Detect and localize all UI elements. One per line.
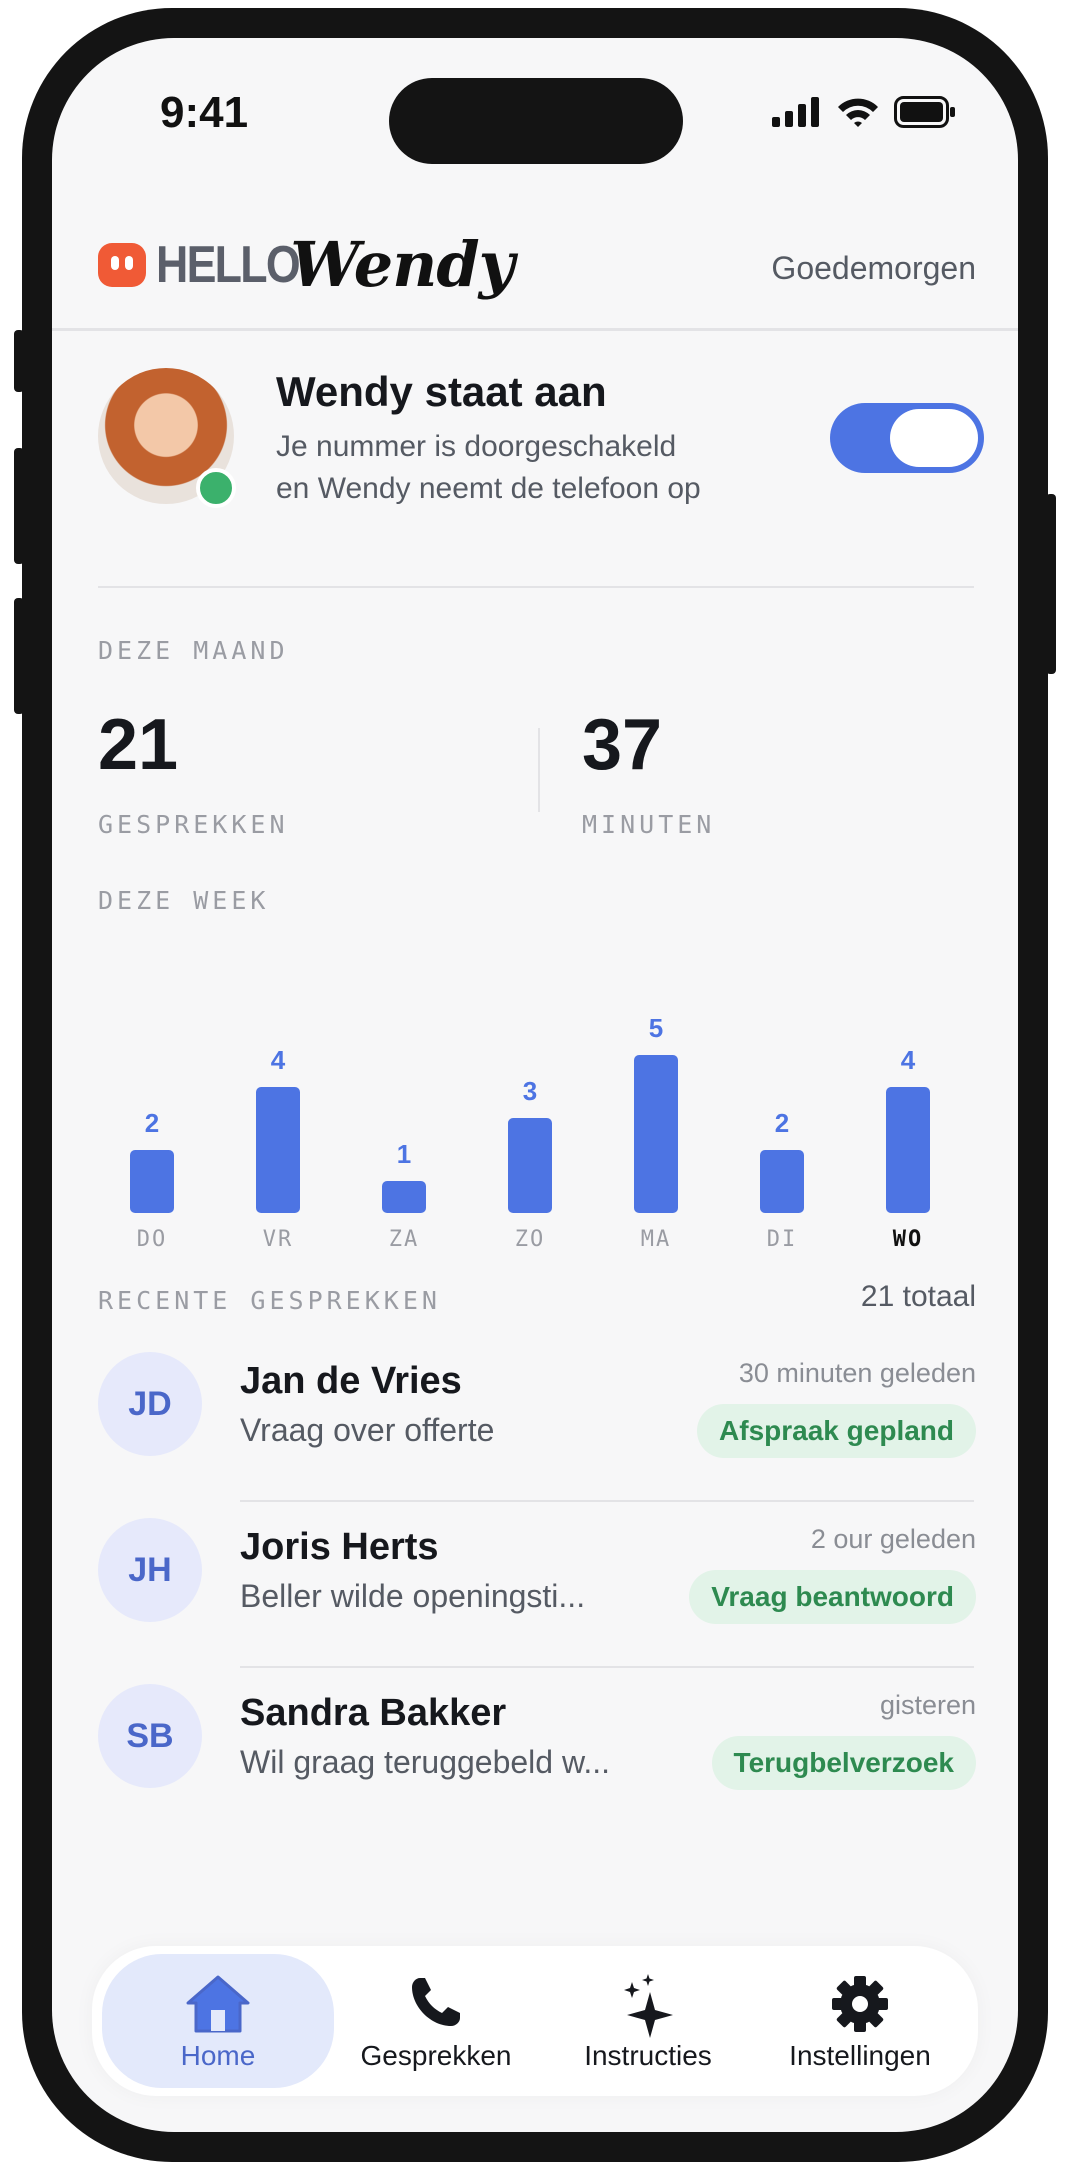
caller-name: Sandra Bakker [240,1692,507,1734]
bar-di [760,1150,804,1213]
bar-do [130,1150,174,1213]
bar-za [382,1181,426,1213]
gear-icon [832,1976,888,2032]
mute-switch [14,330,24,392]
bar-day-label: ZO [514,1227,546,1252]
wendy-active-toggle[interactable] [830,403,984,473]
calls-count: 21 [98,705,179,785]
minutes-count: 37 [582,705,663,785]
toggle-knob [890,409,978,467]
call-row-3[interactable]: SB Sandra Bakker Wil graag teruggebeld w… [52,1670,1018,1834]
call-time: 2 our geleden [810,1524,976,1554]
bar-day-label: DI [766,1227,798,1252]
sparkle-icon [624,1974,673,2038]
phone-icon [412,1978,460,2026]
status-icons [772,96,956,128]
row-divider [240,1500,974,1502]
call-summary: Beller wilde openingsti... [240,1578,586,1614]
row-divider [240,1666,974,1668]
stats-divider [538,728,540,812]
caller-avatar: SB [98,1684,202,1788]
nav-gesprekken-label: Gesprekken [360,2040,512,2071]
bar-day-label: WO [892,1227,924,1252]
caller-avatar: JH [98,1518,202,1622]
call-time: gisteren [879,1690,976,1720]
status-title: Wendy staat aan [276,368,607,415]
minutes-label: MINUTEN [582,810,716,839]
nav-instructies-label: Instructies [584,2040,712,2071]
volume-up-button [14,448,24,564]
home-icon [186,1975,250,2033]
caller-avatar: JD [98,1352,202,1456]
weekly-calls-chart: 2 DO 4 VR 1 ZA 3 ZO 5 MA 2 DI 4 WO [112,1003,992,1263]
status-subtitle-line-2: en Wendy neemt de telefoon op [276,472,701,505]
bar-zo [508,1118,552,1213]
section-divider [98,586,974,588]
bar-day-label: ZA [388,1227,420,1252]
bar-value-label: 2 [144,1108,160,1138]
bar-value-label: 5 [648,1013,664,1043]
nav-instellingen[interactable]: Instellingen [744,1954,976,2088]
bar-vr [256,1087,300,1213]
logo-hello-text: HELLO [156,235,301,294]
cellular-signal-icon [772,97,819,127]
greeting-text: Goedemorgen [771,250,976,286]
nav-home-label: Home [180,2040,256,2071]
status-time: 9:41 [160,88,249,137]
logo-wendy-text: Wendy [290,228,514,301]
nav-instructies[interactable]: Instructies [532,1954,764,2088]
call-summary: Vraag over offerte [240,1412,495,1448]
volume-down-button [14,598,24,714]
calls-label: GESPREKKEN [98,810,289,839]
bar-day-label: DO [136,1227,168,1252]
caller-name: Joris Herts [240,1526,439,1568]
call-time: 30 minuten geleden [738,1358,976,1388]
recent-total: 21 totaal [860,1280,976,1313]
call-summary: Wil graag teruggebeld w... [240,1744,610,1780]
nav-instellingen-label: Instellingen [789,2040,931,2071]
status-subtitle: Je nummer is doorgeschakeld en Wendy nee… [276,426,796,510]
call-status-badge: Afspraak gepland [697,1404,976,1458]
bar-day-label: MA [640,1227,672,1252]
online-indicator [196,468,236,508]
call-status-badge: Vraag beantwoord [689,1570,976,1624]
logo-mark-icon [98,242,146,287]
dynamic-island [389,78,683,164]
call-status-badge: Terugbelverzoek [711,1736,976,1790]
bottom-navigation: Home Gesprekken Instructies Instellingen [92,1946,978,2096]
recent-label: RECENTE GESPREKKEN [98,1286,441,1315]
status-subtitle-line-1: Je nummer is doorgeschakeld [276,430,677,463]
bar-value-label: 1 [396,1139,412,1169]
call-row-2[interactable]: JH Joris Herts Beller wilde openingsti..… [52,1504,1018,1668]
app-header: HELLO Wendy Goedemorgen [52,188,1018,331]
bar-value-label: 3 [522,1076,538,1106]
week-label: DEZE WEEK [98,886,270,915]
wifi-icon [838,98,878,127]
bar-value-label: 2 [774,1108,790,1138]
power-button [1046,494,1056,674]
bar-ma [634,1055,678,1213]
call-row-1[interactable]: JD Jan de Vries Vraag over offerte 30 mi… [52,1338,1018,1502]
nav-gesprekken[interactable]: Gesprekken [320,1954,552,2088]
app-screen: 9:41 HELLO Wendy Goedemorgen Wendy staat… [52,38,1018,2132]
bar-wo [886,1087,930,1213]
bar-day-label: VR [262,1227,294,1252]
battery-icon [894,96,955,128]
bar-value-label: 4 [900,1045,916,1075]
month-label: DEZE MAAND [98,636,289,665]
hellowendy-logo: HELLO Wendy [98,228,515,301]
bar-value-label: 4 [270,1045,286,1075]
caller-name: Jan de Vries [240,1360,462,1402]
nav-home[interactable]: Home [102,1954,334,2088]
